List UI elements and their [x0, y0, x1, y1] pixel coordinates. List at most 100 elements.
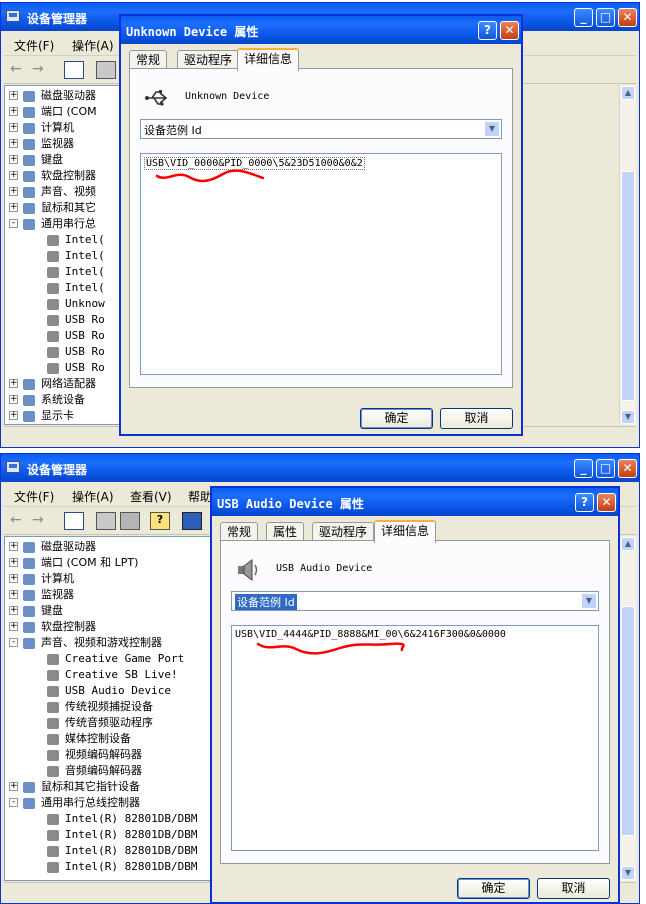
vertical-scrollbar[interactable]: ▲ ▼ — [619, 85, 636, 425]
property-dropdown[interactable]: 设备范例 Id ▼ — [140, 119, 502, 139]
device-category-icon — [23, 379, 35, 390]
cancel-button[interactable]: 取消 — [440, 408, 513, 429]
device-category-icon — [23, 107, 35, 118]
close-button[interactable]: ✕ — [618, 8, 637, 27]
ok-button[interactable]: 确定 — [457, 878, 530, 899]
expand-icon[interactable]: + — [9, 123, 18, 132]
close-button[interactable]: ✕ — [618, 459, 637, 478]
ok-button[interactable]: 确定 — [360, 408, 433, 429]
tab-driver[interactable]: 驱动程序 — [312, 522, 375, 541]
expand-icon[interactable]: + — [9, 187, 18, 196]
back-arrow-icon[interactable]: ← — [10, 61, 28, 77]
menu-file[interactable]: 文件(F) — [14, 37, 54, 54]
menu-file[interactable]: 文件(F) — [14, 488, 54, 505]
expand-icon[interactable]: + — [9, 558, 18, 567]
expand-icon[interactable]: + — [9, 574, 18, 583]
menu-action[interactable]: 操作(A) — [72, 37, 114, 54]
expand-icon[interactable]: + — [9, 155, 18, 164]
tree-item-label: 传统音频驱动程序 — [65, 716, 153, 729]
expand-icon[interactable]: + — [9, 782, 18, 791]
device-category-icon — [23, 411, 35, 422]
dialog-titlebar[interactable]: Unknown Device 属性 ? ✕ — [121, 16, 521, 44]
scroll-down-icon[interactable]: ▼ — [621, 410, 635, 424]
menu-action[interactable]: 操作(A) — [72, 488, 114, 505]
console-tree-icon[interactable] — [64, 61, 84, 79]
expand-icon[interactable]: + — [9, 171, 18, 180]
scroll-up-icon[interactable]: ▲ — [621, 537, 635, 551]
device-icon — [47, 331, 59, 342]
collapse-icon[interactable]: - — [9, 219, 18, 228]
device-category-icon — [23, 187, 35, 198]
tree-item-label: USB Ro — [65, 345, 105, 358]
tab-properties[interactable]: 属性 — [266, 522, 305, 541]
properties-dialog-2: USB Audio Device 属性 ? ✕ 常规 属性 驱动程序 详细信息 … — [210, 486, 620, 904]
device-icon — [47, 299, 59, 310]
window-title: 设备管理器 — [27, 12, 88, 26]
dialog-close-button[interactable]: ✕ — [500, 21, 519, 40]
device-manager-icon — [6, 461, 20, 473]
expand-icon[interactable]: + — [9, 542, 18, 551]
tree-item-label: Intel(R) 82801DB/DBM — [65, 828, 198, 841]
device-category-icon — [23, 171, 35, 182]
dialog-close-button[interactable]: ✕ — [597, 493, 616, 512]
tab-driver[interactable]: 驱动程序 — [177, 50, 240, 69]
print-icon[interactable] — [120, 512, 140, 530]
help-icon[interactable]: ? — [150, 512, 170, 530]
expand-icon[interactable]: + — [9, 590, 18, 599]
expand-icon[interactable]: + — [9, 395, 18, 404]
chevron-down-icon[interactable]: ▼ — [581, 593, 597, 609]
scroll-thumb[interactable] — [621, 606, 635, 836]
tree-item-label: 软盘控制器 — [41, 620, 96, 633]
collapse-icon[interactable]: - — [9, 638, 18, 647]
property-dropdown[interactable]: 设备范例 Id ▼ — [231, 591, 599, 611]
cancel-button[interactable]: 取消 — [537, 878, 610, 899]
help-button[interactable]: ? — [575, 493, 594, 512]
tab-general[interactable]: 常规 — [220, 522, 259, 541]
collapse-icon[interactable]: - — [9, 798, 18, 807]
vertical-scrollbar[interactable]: ▲ ▼ — [619, 536, 636, 881]
tab-details[interactable]: 详细信息 — [237, 48, 300, 71]
forward-arrow-icon[interactable]: → — [32, 512, 50, 528]
properties-icon[interactable] — [96, 61, 116, 79]
tab-general[interactable]: 常规 — [129, 50, 168, 69]
scroll-up-icon[interactable]: ▲ — [621, 86, 635, 100]
scroll-thumb[interactable] — [621, 171, 635, 401]
expand-icon[interactable]: + — [9, 91, 18, 100]
value-listbox[interactable]: USB\VID_4444&PID_8888&MI_00\6&2416F300&0… — [231, 625, 599, 851]
maximize-button[interactable]: □ — [596, 8, 615, 27]
titlebar[interactable]: 设备管理器 _ □ ✕ — [1, 454, 639, 482]
menu-view[interactable]: 查看(V) — [130, 488, 172, 505]
maximize-button[interactable]: □ — [596, 459, 615, 478]
device-category-icon — [23, 219, 35, 230]
expand-icon[interactable]: + — [9, 107, 18, 116]
minimize-button[interactable]: _ — [574, 8, 593, 27]
value-listbox[interactable]: USB\VID_0000&PID_0000\5&23D51000&0&2 — [140, 153, 502, 375]
dialog-title: USB Audio Device 属性 — [217, 497, 364, 511]
tab-details[interactable]: 详细信息 — [374, 520, 437, 543]
properties-icon[interactable] — [96, 512, 116, 530]
expand-icon[interactable]: + — [9, 203, 18, 212]
expand-icon[interactable]: + — [9, 139, 18, 148]
menu-help[interactable]: 帮助 — [188, 488, 212, 505]
dialog-titlebar[interactable]: USB Audio Device 属性 ? ✕ — [212, 488, 618, 516]
forward-arrow-icon[interactable]: → — [32, 61, 50, 77]
help-button[interactable]: ? — [478, 21, 497, 40]
properties-dialog-1: Unknown Device 属性 ? ✕ 常规 驱动程序 详细信息 Unkno… — [119, 14, 523, 436]
device-icon — [47, 814, 59, 825]
minimize-button[interactable]: _ — [574, 459, 593, 478]
expand-icon[interactable]: + — [9, 606, 18, 615]
device-icon — [47, 686, 59, 697]
expand-icon[interactable]: + — [9, 622, 18, 631]
property-dropdown-value: 设备范例 Id — [235, 594, 297, 610]
back-arrow-icon[interactable]: ← — [10, 512, 28, 528]
expand-icon[interactable]: + — [9, 411, 18, 420]
device-manager-icon — [6, 10, 20, 22]
tree-item-label: Intel( — [65, 233, 105, 246]
tree-item-label: 传统视频捕捉设备 — [65, 700, 153, 713]
expand-icon[interactable]: + — [9, 379, 18, 388]
monitor-icon[interactable] — [182, 512, 202, 530]
scroll-down-icon[interactable]: ▼ — [621, 866, 635, 880]
chevron-down-icon[interactable]: ▼ — [484, 121, 500, 137]
window-title: 设备管理器 — [27, 463, 88, 477]
console-tree-icon[interactable] — [64, 512, 84, 530]
